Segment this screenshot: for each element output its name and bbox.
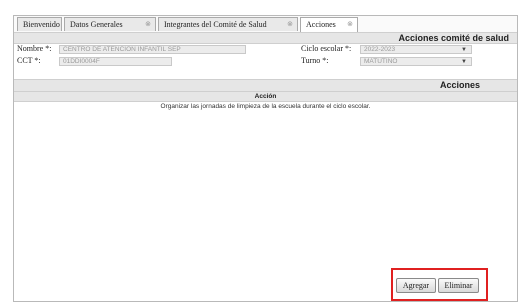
section-title-acciones: Acciones	[14, 79, 517, 92]
tab-integrantes[interactable]: Integrantes del Comité de Salud ⊗	[158, 17, 298, 31]
turno-value: MATUTINO	[364, 58, 398, 65]
main-panel: Bienvenido Datos Generales ⊗ Integrantes…	[13, 15, 518, 302]
tab-datos-generales[interactable]: Datos Generales ⊗	[64, 17, 156, 31]
ciclo-escolar-label: Ciclo escolar *:	[301, 44, 352, 53]
nombre-field: CENTRO DE ATENCIÓN INFANTIL SEP	[59, 45, 246, 54]
tab-bienvenido[interactable]: Bienvenido	[17, 17, 62, 31]
cct-field: 01DDI0004F	[59, 57, 172, 66]
chevron-down-icon: ▼	[461, 47, 467, 53]
ciclo-escolar-value: 2022-2023	[364, 46, 396, 53]
section-title-acciones-comite: Acciones comité de salud	[14, 32, 517, 44]
table-row[interactable]: Organizar las jornadas de limpieza de la…	[14, 102, 517, 112]
tab-label: Acciones	[306, 20, 336, 29]
tab-bar: Bienvenido Datos Generales ⊗ Integrantes…	[14, 16, 517, 33]
close-icon[interactable]: ⊗	[145, 18, 151, 31]
turno-select[interactable]: MATUTINO ▼	[360, 57, 472, 66]
nombre-value: CENTRO DE ATENCIÓN INFANTIL SEP	[63, 46, 181, 53]
cct-label: CCT *:	[17, 56, 41, 65]
close-icon[interactable]: ⊗	[347, 18, 353, 31]
cct-value: 01DDI0004F	[63, 58, 100, 65]
add-button[interactable]: Agregar	[396, 278, 436, 293]
tab-label: Bienvenido	[23, 20, 60, 29]
tab-acciones[interactable]: Acciones ⊗	[300, 17, 358, 32]
turno-label: Turno *:	[301, 56, 329, 65]
delete-button[interactable]: Eliminar	[438, 278, 479, 293]
chevron-down-icon: ▼	[461, 59, 467, 65]
tab-label: Datos Generales	[70, 20, 123, 29]
tab-label: Integrantes del Comité de Salud	[164, 20, 267, 29]
ciclo-escolar-select[interactable]: 2022-2023 ▼	[360, 45, 472, 54]
column-header-accion: Acción	[14, 92, 517, 102]
nombre-label: Nombre *:	[17, 44, 52, 53]
close-icon[interactable]: ⊗	[287, 18, 293, 31]
